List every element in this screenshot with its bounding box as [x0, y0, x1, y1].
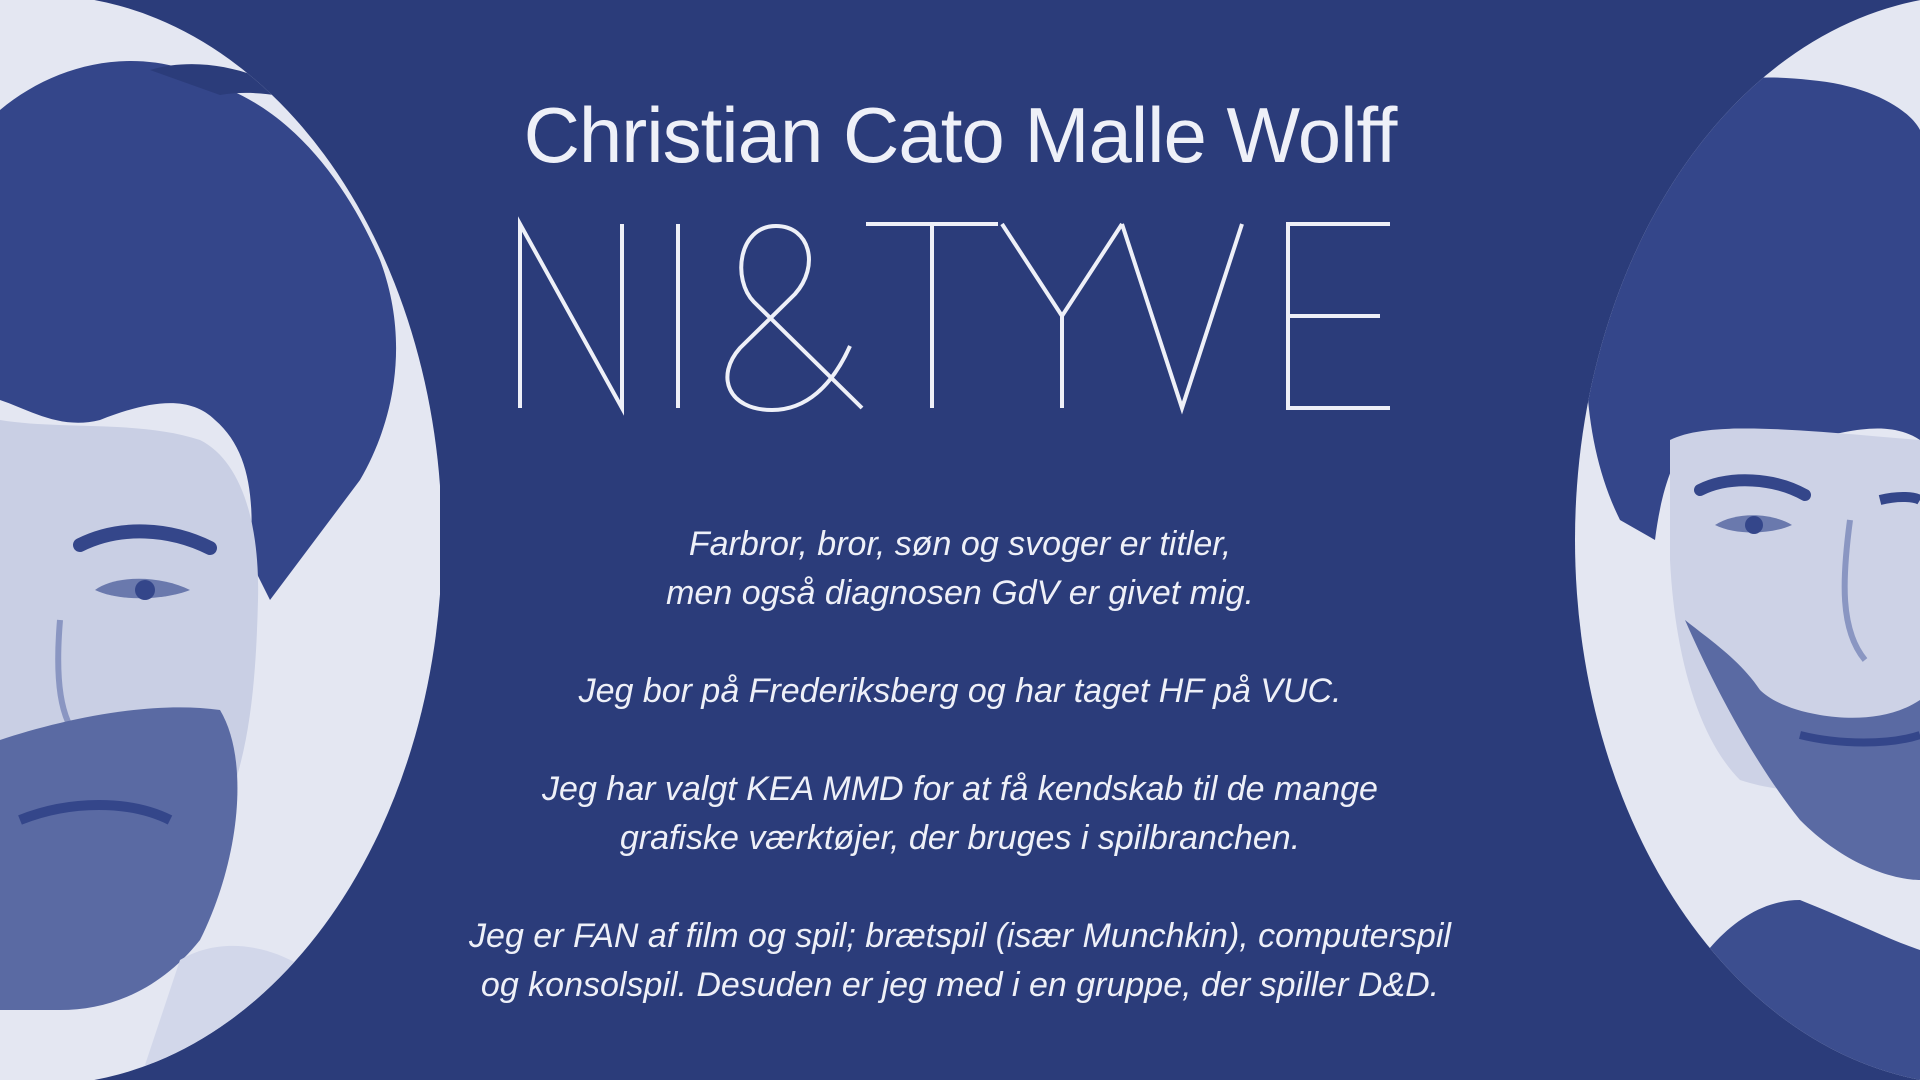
content-column: Christian Cato Malle Wolff NI&TYVE Farbr… [360, 0, 1560, 1080]
bio-line: grafiske værktøjer, der bruges i spilbra… [619, 819, 1301, 857]
bio-line: Jeg er FAN af film og spil; brætspil (is… [469, 917, 1451, 955]
bio-line: Jeg bor på Frederiksberg og har taget HF… [578, 672, 1342, 710]
bio-line: Jeg har valgt KEA MMD for at få kendskab… [542, 770, 1378, 808]
bio-paragraph: Jeg bor på Frederiksberg og har taget HF… [360, 667, 1560, 716]
bio-line: og konsolspil. Desuden er jeg med i en g… [480, 966, 1440, 1004]
bio-paragraph: Jeg er FAN af film og spil; brætspil (is… [360, 912, 1560, 1010]
logo-text: NI&TYVE [960, 416, 961, 417]
bio-line: men også diagnosen GdV er givet mig. [666, 574, 1254, 612]
bio-line: Farbror, bror, søn og svoger er titler, [688, 525, 1232, 563]
logo: NI&TYVE [360, 216, 1560, 416]
bio-paragraph: Farbror, bror, søn og svoger er titler, … [360, 520, 1560, 618]
bio-paragraph: Jeg har valgt KEA MMD for at få kendskab… [360, 765, 1560, 863]
bio: Farbror, bror, søn og svoger er titler, … [360, 520, 1560, 1059]
person-name: Christian Cato Malle Wolff [523, 91, 1398, 179]
logo-mark [518, 216, 1390, 416]
